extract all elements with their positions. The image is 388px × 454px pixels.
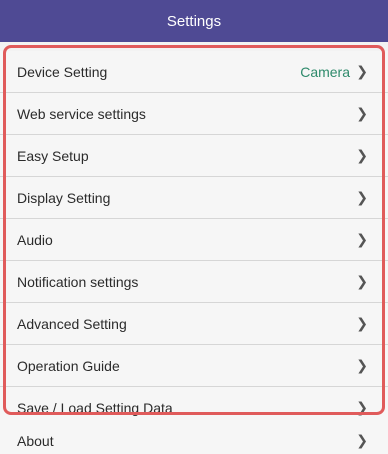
menu-item-web-service-settings[interactable]: Web service settings ❯ [0, 93, 388, 135]
header-bar: Settings [0, 0, 388, 42]
chevron-right-icon: ❯ [356, 273, 368, 289]
page-title: Settings [166, 12, 222, 30]
device-setting-value: Camera [300, 63, 350, 80]
chevron-right-icon: ❯ [356, 357, 368, 373]
menu-item-easy-setup[interactable]: Easy Setup ❯ [0, 135, 388, 177]
chevron-right-icon: ❯ [356, 399, 368, 415]
settings-screen: Settings Device Setting Camera ❯ Web ser… [0, 0, 388, 454]
menu-item-label: Easy Setup [17, 147, 89, 164]
chevron-right-icon: ❯ [356, 231, 368, 247]
menu-item-device-setting[interactable]: Device Setting Camera ❯ [0, 51, 388, 93]
menu-item-label: Operation Guide [17, 357, 120, 374]
chevron-right-icon: ❯ [356, 189, 368, 205]
menu-item-label: Notification settings [17, 273, 139, 290]
chevron-right-icon: ❯ [356, 63, 368, 79]
menu-item-label: Display Setting [17, 189, 111, 206]
chevron-right-icon: ❯ [356, 315, 368, 331]
chevron-right-icon: ❯ [356, 147, 368, 163]
menu-item-label: About [17, 432, 54, 449]
chevron-right-icon: ❯ [356, 105, 368, 121]
menu-item-operation-guide[interactable]: Operation Guide ❯ [0, 345, 388, 387]
menu-item-audio[interactable]: Audio ❯ [0, 219, 388, 261]
menu-item-notification-settings[interactable]: Notification settings ❯ [0, 261, 388, 303]
chevron-right-icon: ❯ [356, 432, 368, 448]
menu-item-label: Web service settings [17, 105, 146, 122]
menu-item-label: Audio [17, 231, 53, 248]
menu-item-label: Advanced Setting [17, 315, 127, 332]
menu-item-label: Save / Load Setting Data [17, 399, 173, 416]
menu-item-about[interactable]: About ❯ [0, 420, 388, 454]
menu-item-advanced-setting[interactable]: Advanced Setting ❯ [0, 303, 388, 345]
menu-item-display-setting[interactable]: Display Setting ❯ [0, 177, 388, 219]
menu-item-label: Device Setting [17, 63, 108, 80]
